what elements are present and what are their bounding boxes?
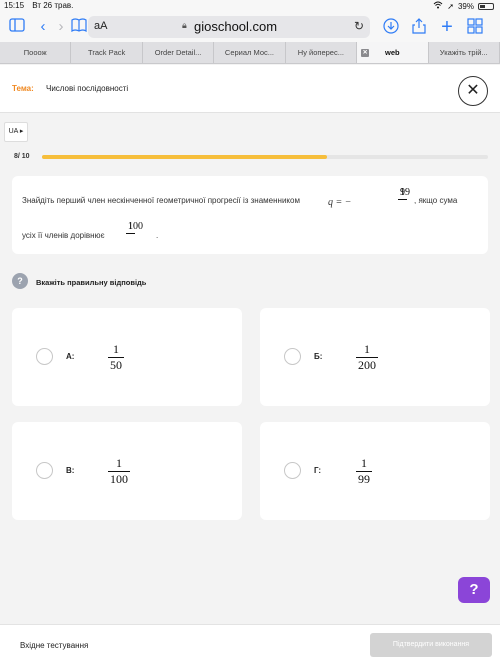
browser-toolbar: ‹ › aA 🔒︎ gioschool.com ↻ + [0,12,500,42]
answer-numerator: 1 [356,342,378,358]
battery-icon [478,2,494,10]
reload-icon[interactable]: ↻ [354,19,364,33]
footer-bar: Вхідне тестування Підтвердити виконання [0,624,500,666]
answer-fraction: 1 50 [108,342,124,373]
answer-denominator: 200 [358,358,376,372]
status-date: Вт 26 трав. [32,1,74,10]
question-card: Знайдіть перший член нескінченної геомет… [12,176,488,254]
battery-percent: 39% [457,1,474,11]
wifi-icon [433,1,443,11]
topic-header: Тема: Числові послідовності [0,65,500,113]
language-selector[interactable]: UA ▸ [4,122,28,142]
answer-fraction: 1 200 [356,342,378,373]
question-text: Знайдіть перший член нескінченної геомет… [22,186,482,250]
tab-5[interactable]: Ну йоперес... [286,42,358,63]
question-mark-icon: ? [12,273,28,289]
question-part1: Знайдіть перший член нескінченної геомет… [22,196,300,205]
close-tab-icon[interactable]: ✕ [361,49,370,57]
radio-b[interactable] [284,348,301,365]
tabs-overview-icon[interactable] [466,18,484,36]
close-icon: ✕ [466,82,480,99]
answer-letter: А: [66,352,75,361]
tab-active[interactable]: ✕ web [357,42,429,63]
answer-numerator: 1 [356,456,372,472]
caret-right-icon: ▸ [19,128,24,135]
help-icon: ? [469,581,479,598]
status-time: 15:15 [4,1,25,10]
question-part2: , якщо сума [414,196,458,205]
close-test-button[interactable]: ✕ [458,76,488,106]
tab-2[interactable]: Track Pack [71,42,143,63]
progress-fill [42,155,328,159]
back-icon[interactable]: ‹ [34,18,52,36]
radio-g[interactable] [284,462,301,479]
answer-fraction: 1 100 [108,456,130,487]
topic-value: Числові послідовності [46,84,129,93]
tab-4[interactable]: Сериал Мос... [214,42,286,63]
browser-tabs: Пооож Track Pack Order Detail... Сериал … [0,42,500,64]
tab-1[interactable]: Пооож [0,42,72,63]
address-bar[interactable]: aA 🔒︎ gioschool.com ↻ [88,16,370,38]
location-icon: ➚ [447,1,454,11]
answer-letter: В: [66,466,75,475]
tab-7[interactable]: Укажіть трій... [429,42,500,63]
lock-icon: 🔒︎ [182,20,187,30]
answer-option-g[interactable]: Г: 1 99 [260,422,490,520]
url-text: gioschool.com [194,19,278,34]
download-icon[interactable] [382,18,400,36]
ios-status-bar: 15:15 Вт 26 трав. ➚ 39% [0,0,500,12]
forward-icon[interactable]: › [52,18,70,36]
language-label: UA [8,128,18,135]
instruction-text: Вкажіть правильну відповідь [36,278,147,287]
q-denominator: 99 [400,187,410,198]
test-name: Вхідне тестування [20,641,89,650]
radio-v[interactable] [36,462,53,479]
topic-label: Тема: [12,84,34,93]
answer-denominator: 50 [110,358,122,372]
answer-fraction: 1 99 [356,456,372,487]
tab-active-label: web [385,48,400,57]
question-q-var: q = − [328,197,352,208]
answer-numerator: 1 [108,342,124,358]
answer-denominator: 100 [110,472,128,486]
progress-bar [42,155,488,159]
help-button[interactable]: ? [458,577,490,603]
tab-3[interactable]: Order Detail... [143,42,215,63]
new-tab-icon[interactable]: + [438,17,456,37]
text-size-button[interactable]: aA [94,20,107,32]
progress-counter: 8/ 10 [14,153,30,160]
sidebar-toggle-icon[interactable] [8,18,26,36]
answer-option-v[interactable]: В: 1 100 [12,422,242,520]
radio-a[interactable] [36,348,53,365]
sum-denominator: 100 [128,221,143,232]
answer-numerator: 1 [108,456,130,472]
answer-letter: Б: [314,352,323,361]
answer-option-a[interactable]: А: 1 50 [12,308,242,406]
submit-button[interactable]: Підтвердити виконання [370,633,492,657]
bookmarks-icon[interactable] [70,18,88,36]
answer-denominator: 99 [358,472,370,486]
answer-letter: Г: [314,466,322,475]
share-icon[interactable] [410,18,428,36]
question-part3: усіх її членів дорівнює [22,231,105,240]
answer-option-b[interactable]: Б: 1 200 [260,308,490,406]
question-part4: . [156,231,159,240]
